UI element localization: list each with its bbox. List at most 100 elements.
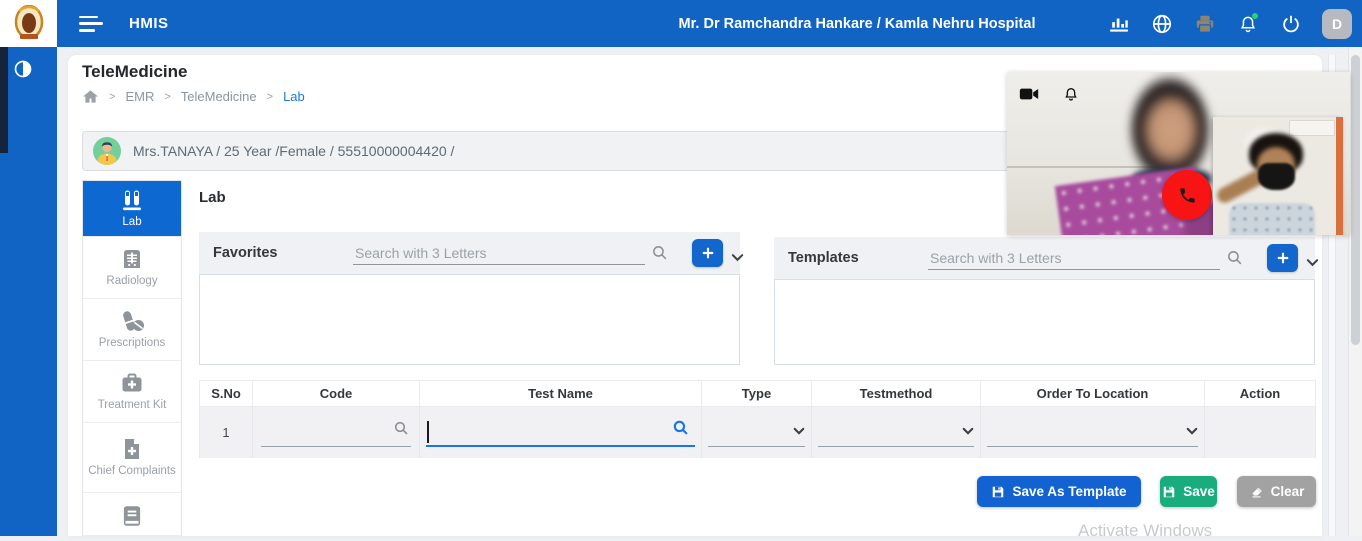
sidebar-item-radiology[interactable]: Radiology [83,237,181,299]
col-header-test-name: Test Name [420,380,702,407]
chevron-down-icon[interactable] [1306,254,1319,272]
favorites-search-input[interactable] [353,242,645,265]
templates-header: Templates [774,237,1315,279]
search-icon[interactable] [1226,249,1243,271]
sidebar-item-treatment-kit[interactable]: Treatment Kit [83,361,181,423]
pip-orange-wall [1336,117,1343,235]
cell-sno: 1 [199,407,253,458]
pills-icon [118,309,146,333]
save-icon [991,485,1005,499]
sidebar-item-prescriptions[interactable]: Prescriptions [83,299,181,361]
page-scrollbar[interactable] [1348,47,1362,536]
cell-test-name [420,407,702,458]
hospital-crest-icon [13,5,45,43]
sidebar-item-label: Prescriptions [95,337,169,350]
table-row: 1 [199,407,1316,458]
lab-tubes-icon [119,188,145,212]
cell-order-to-location [981,407,1205,458]
notes-icon [119,503,145,529]
top-navbar: HMIS Mr. Dr Ramchandra Hankare / Kamla N… [57,0,1362,47]
code-search-input[interactable] [261,421,411,447]
save-label: Save [1183,484,1215,499]
sidebar-item-lab[interactable]: Lab [83,181,181,237]
phone-icon [1178,186,1197,205]
templates-search-input[interactable] [928,247,1220,270]
breadcrumb-separator: > [267,91,273,103]
patient-avatar [93,137,121,165]
templates-label: Templates [788,250,859,266]
save-as-template-button[interactable]: Save As Template [977,476,1141,507]
bell-icon[interactable] [1236,12,1260,36]
save-as-template-label: Save As Template [1012,484,1126,499]
favorites-label: Favorites [213,245,277,261]
col-header-order-to-location: Order To Location [981,380,1205,407]
activate-windows-watermark: Activate Windows [1078,521,1212,541]
breadcrumb-lab[interactable]: Lab [283,89,305,104]
cell-type [702,407,812,458]
pip-ac-unit [1289,120,1335,136]
breadcrumb: > EMR > TeleMedicine > Lab [82,89,305,104]
cell-action [1205,407,1316,458]
search-icon[interactable] [393,420,409,441]
clear-button[interactable]: Clear [1237,476,1316,507]
add-favorite-button[interactable] [692,239,723,267]
left-rail [0,47,57,536]
search-icon[interactable] [672,419,689,441]
favorites-panel: Favorites [199,232,740,365]
cell-testmethod [812,407,981,458]
notification-dot [1252,13,1258,19]
power-icon[interactable] [1279,12,1303,36]
menu-hamburger-icon[interactable] [79,16,103,32]
col-header-action: Action [1205,380,1316,407]
section-title: Lab [199,189,226,206]
printer-icon[interactable] [1193,12,1217,36]
favorites-header: Favorites [199,232,740,274]
order-to-location-select[interactable] [987,421,1198,447]
save-icon [1162,485,1176,499]
video-call-overlay [1007,72,1350,235]
type-select[interactable] [708,421,805,447]
add-template-button[interactable] [1267,244,1298,272]
theme-contrast-icon[interactable] [13,59,33,79]
user-avatar[interactable]: D [1322,9,1352,39]
chevron-down-icon[interactable] [731,249,744,267]
patient-video-face [1139,94,1203,174]
scrollbar-thumb[interactable] [1351,55,1360,345]
patient-summary: Mrs.TANAYA / 25 Year /Female / 555100000… [133,143,454,159]
radiology-icon [119,247,145,271]
eraser-icon [1249,485,1264,499]
hang-up-call-button[interactable] [1162,170,1212,220]
doctor-video-shirt [1229,203,1315,235]
sidebar-item-label: Treatment Kit [94,399,171,412]
chevron-down-icon [1186,422,1198,440]
breadcrumb-telemedicine[interactable]: TeleMedicine [181,89,257,104]
favorites-list[interactable] [199,274,740,365]
call-bell-icon[interactable] [1061,84,1081,104]
self-view-video[interactable] [1213,117,1343,235]
sidebar-item-notes[interactable] [83,493,181,536]
chief-complaints-icon [120,437,144,461]
video-camera-icon[interactable] [1019,84,1039,104]
page-title: TeleMedicine [82,62,188,82]
clear-label: Clear [1271,484,1305,499]
breadcrumb-emr[interactable]: EMR [125,89,154,104]
emr-sidebar-menu: Lab Radiology Prescriptions Treatment Ki… [82,180,182,536]
doctor-hospital-title: Mr. Dr Ramchandra Hankare / Kamla Nehru … [617,16,1097,32]
hospital-logo [0,0,57,47]
sidebar-item-chief-complaints[interactable]: Chief Complaints [83,423,181,493]
treatment-kit-icon [119,371,145,395]
chevron-down-icon [962,422,974,440]
doctor-video-mask [1258,163,1295,190]
bar-chart-icon[interactable] [1107,12,1131,36]
cell-code [253,407,420,458]
home-icon[interactable] [82,89,99,104]
save-button[interactable]: Save [1160,476,1217,507]
testmethod-select[interactable] [818,421,974,447]
search-icon[interactable] [651,244,668,266]
globe-icon[interactable] [1150,12,1174,36]
breadcrumb-separator: > [109,91,115,103]
lab-orders-table: S.No Code Test Name Type Testmethod Orde… [199,380,1316,458]
test-name-search-input[interactable] [426,421,695,447]
templates-list[interactable] [774,279,1315,365]
sidebar-item-label: Lab [118,216,145,229]
